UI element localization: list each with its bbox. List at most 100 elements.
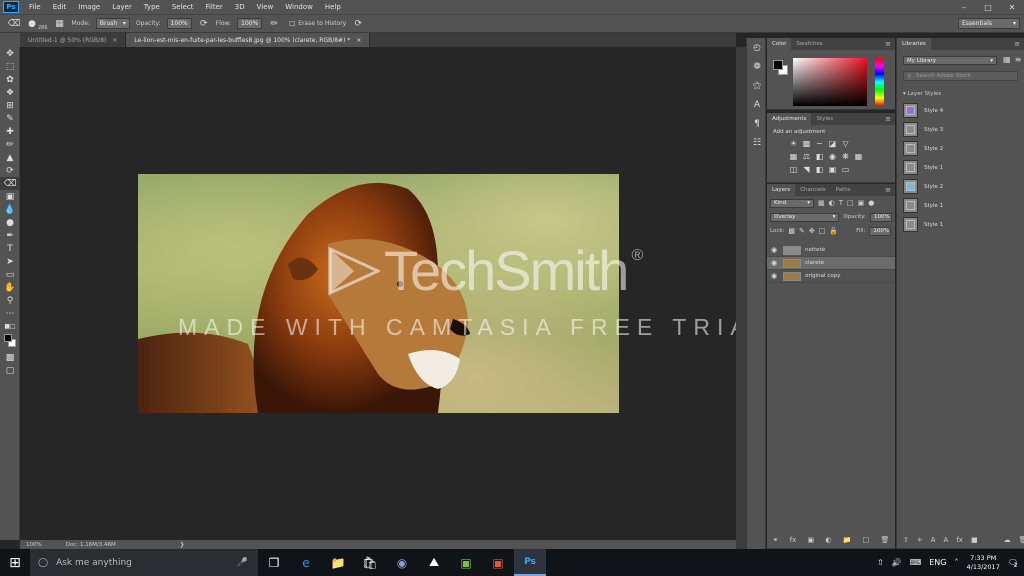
- foreground-icon[interactable]: ■: [971, 536, 978, 544]
- black-white-icon[interactable]: ◧: [815, 152, 824, 161]
- new-group-icon[interactable]: 📁: [843, 536, 852, 544]
- more-tools-icon[interactable]: ⋯: [0, 307, 20, 320]
- layer-styles-section[interactable]: ▾ Layer Styles: [897, 83, 1024, 101]
- color-lookup-icon[interactable]: ▦: [854, 152, 863, 161]
- hue-saturation-icon[interactable]: ▦: [789, 152, 798, 161]
- menu-file[interactable]: File: [23, 3, 47, 11]
- gradient-map-icon[interactable]: ▭: [841, 165, 850, 174]
- filter-adjustment-icon[interactable]: ◐: [829, 199, 835, 207]
- maximize-icon[interactable]: □: [976, 3, 1000, 12]
- menu-edit[interactable]: Edit: [47, 3, 73, 11]
- library-style-item[interactable]: Style 3: [897, 120, 1024, 139]
- visibility-eye-icon[interactable]: ◉: [771, 272, 779, 280]
- paragraph-style-icon[interactable]: A: [944, 536, 949, 544]
- document-tab[interactable]: Untitled-1 @ 50% (RGB/8) ×: [20, 33, 127, 47]
- dodge-tool-icon[interactable]: ●: [0, 216, 20, 229]
- type-tool-icon[interactable]: T: [0, 242, 20, 255]
- lock-image-icon[interactable]: ✎: [799, 227, 805, 235]
- eyedropper-tool-icon[interactable]: ✎: [0, 112, 20, 125]
- filter-pixel-icon[interactable]: ▦: [818, 199, 825, 207]
- microphone-icon[interactable]: 🎤: [237, 558, 248, 568]
- eraser-tool-icon[interactable]: ⌫: [0, 177, 20, 190]
- photo-filter-icon[interactable]: ◉: [828, 152, 837, 161]
- edge-browser-icon[interactable]: e: [290, 549, 322, 576]
- quick-mask-icon[interactable]: ▩: [0, 351, 20, 364]
- tab-adjustments[interactable]: Adjustments: [767, 113, 812, 125]
- filter-smart-object-icon[interactable]: ▣: [858, 199, 865, 207]
- close-icon[interactable]: ✕: [1000, 3, 1024, 12]
- panel-menu-icon[interactable]: ≡: [885, 113, 895, 125]
- vibrance-icon[interactable]: ▽: [841, 139, 850, 148]
- exposure-icon[interactable]: ◪: [828, 139, 837, 148]
- close-icon[interactable]: ×: [112, 37, 117, 44]
- layer-fill-input[interactable]: 100%: [869, 226, 892, 236]
- tab-swatches[interactable]: Swatches: [791, 38, 827, 50]
- volume-icon[interactable]: 🔊: [892, 558, 902, 567]
- tab-paths[interactable]: Paths: [831, 184, 856, 196]
- marquee-tool-icon[interactable]: ⬚: [0, 60, 20, 73]
- cortana-search-box[interactable]: ◯ Ask me anything 🎤: [30, 549, 258, 576]
- screen-mode-icon[interactable]: ▢: [0, 364, 20, 377]
- lock-transparent-icon[interactable]: ▩: [788, 227, 795, 235]
- delete-layer-icon[interactable]: 🗑: [880, 536, 889, 544]
- library-style-item[interactable]: Style 1: [897, 158, 1024, 177]
- menu-layer[interactable]: Layer: [106, 3, 138, 11]
- pressure-opacity-icon[interactable]: ⟳: [198, 18, 210, 30]
- photos-app-icon[interactable]: ⛰: [418, 549, 450, 576]
- curves-icon[interactable]: ∽: [815, 139, 824, 148]
- menu-help[interactable]: Help: [319, 3, 347, 11]
- network-icon[interactable]: ⇧: [877, 558, 884, 567]
- library-style-item[interactable]: Style 2: [897, 139, 1024, 158]
- media-app-icon[interactable]: ◉: [386, 549, 418, 576]
- pen-tool-icon[interactable]: ✒: [0, 229, 20, 242]
- panel-menu-icon[interactable]: ≡: [885, 38, 895, 50]
- hand-tool-icon[interactable]: ✋: [0, 281, 20, 294]
- menu-image[interactable]: Image: [72, 3, 106, 11]
- menu-filter[interactable]: Filter: [199, 3, 228, 11]
- tab-layers[interactable]: Layers: [767, 184, 796, 196]
- status-menu-arrow-icon[interactable]: ❯: [180, 542, 185, 548]
- panel-menu-icon[interactable]: ≡: [1014, 38, 1024, 50]
- brush-preset-icon[interactable]: ●: [26, 18, 38, 30]
- layer-filter-select[interactable]: Kind ▾: [770, 198, 814, 208]
- mode-select[interactable]: Brush ▾: [95, 18, 130, 29]
- language-indicator[interactable]: ENG: [929, 558, 946, 567]
- character-style-icon[interactable]: A: [931, 536, 936, 544]
- brightness-contrast-icon[interactable]: ☀: [789, 139, 798, 148]
- store-icon[interactable]: 🛍: [354, 549, 386, 576]
- color-field[interactable]: [793, 58, 867, 106]
- properties-panel-icon[interactable]: ☷: [747, 133, 767, 152]
- selective-color-icon[interactable]: ▣: [828, 165, 837, 174]
- link-layers-icon[interactable]: ⚭: [773, 536, 779, 544]
- zoom-tool-icon[interactable]: ⚲: [0, 294, 20, 307]
- move-tool-icon[interactable]: ✥: [0, 47, 20, 60]
- notification-center-icon[interactable]: 🗨 2: [1008, 558, 1018, 569]
- default-colors-icon[interactable]: ■□: [0, 320, 20, 333]
- foreground-color-swatch[interactable]: [773, 60, 783, 70]
- file-explorer-icon[interactable]: 📁: [322, 549, 354, 576]
- task-view-icon[interactable]: ❐: [258, 549, 290, 576]
- path-selection-tool-icon[interactable]: ➤: [0, 255, 20, 268]
- history-panel-icon[interactable]: ◴: [747, 38, 767, 57]
- menu-select[interactable]: Select: [166, 3, 200, 11]
- camtasia-recorder-icon[interactable]: ▣: [482, 549, 514, 576]
- panel-menu-icon[interactable]: ≡: [885, 184, 895, 196]
- color-balance-icon[interactable]: ⚖: [802, 152, 811, 161]
- threshold-icon[interactable]: ◧: [815, 165, 824, 174]
- visibility-eye-icon[interactable]: ◉: [771, 246, 779, 254]
- layer-row[interactable]: ◉ original copy: [767, 270, 895, 283]
- list-view-icon[interactable]: ≡: [1015, 55, 1022, 64]
- library-style-item[interactable]: Style 1: [897, 196, 1024, 215]
- camtasia-icon[interactable]: ▣: [450, 549, 482, 576]
- healing-brush-tool-icon[interactable]: ✚: [0, 125, 20, 138]
- tab-color[interactable]: Color: [767, 38, 792, 50]
- menu-type[interactable]: Type: [138, 3, 166, 11]
- workspace-select[interactable]: Essentials ▾: [958, 18, 1020, 29]
- airbrush-icon[interactable]: ✏: [268, 18, 280, 30]
- toolbar-grip[interactable]: [0, 33, 20, 47]
- new-adjustment-icon[interactable]: ◐: [825, 536, 831, 544]
- minimize-icon[interactable]: –: [952, 3, 976, 12]
- blur-tool-icon[interactable]: 💧: [0, 203, 20, 216]
- layer-row[interactable]: ◉ netteté: [767, 244, 895, 257]
- tab-channels[interactable]: Channels: [795, 184, 830, 196]
